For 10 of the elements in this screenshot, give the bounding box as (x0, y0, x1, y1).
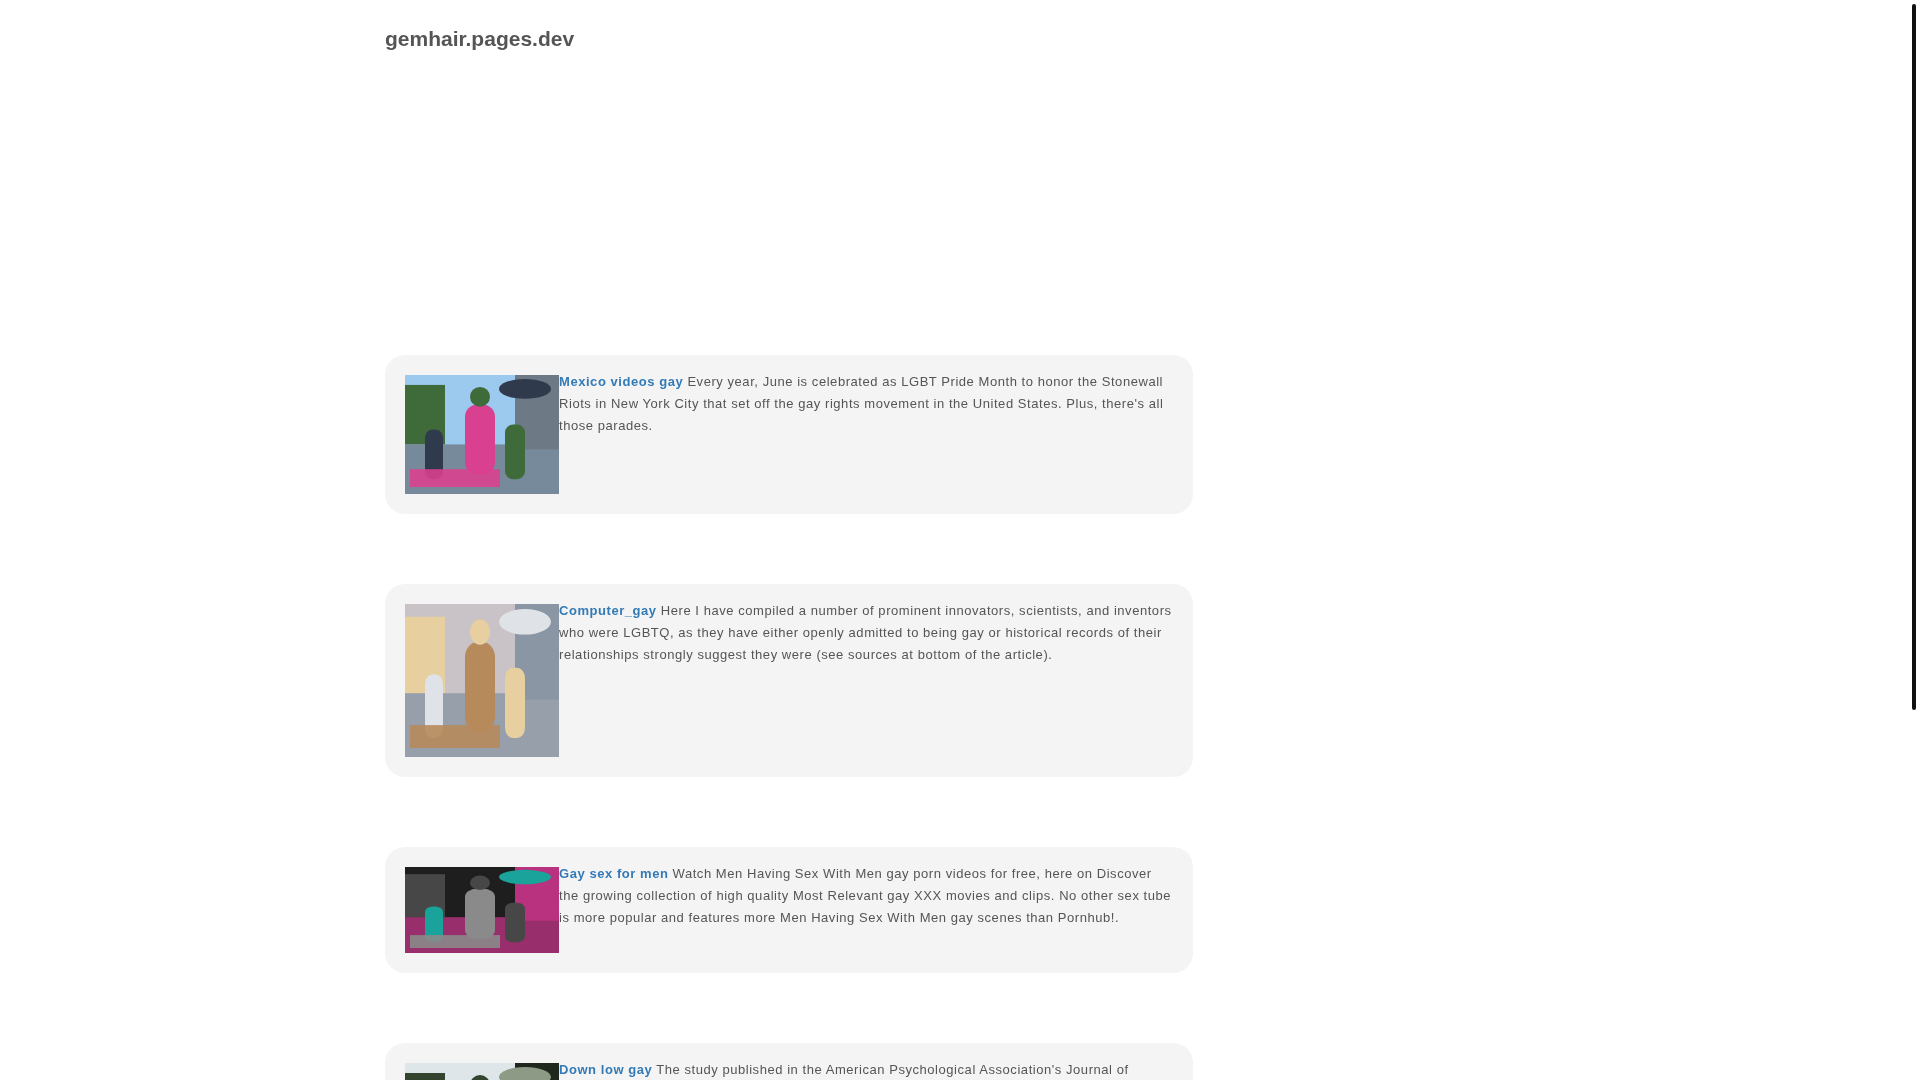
post-link[interactable]: Mexico videos gay (559, 374, 684, 389)
post-text: Computer_gay Here I have compiled a number of prominent innovators, scientists, and inventors who were LGBTQ, as they have either openly admitted to being gay or historical records of their relationships strongly suggest they were (see sources at bottom of the article). (559, 602, 1173, 664)
post-link[interactable]: Gay sex for men (559, 866, 669, 881)
post-link[interactable]: Computer_gay (559, 603, 657, 618)
post-text: Down low gay The study published in the American Psychological Association's Journal of (559, 1061, 1129, 1079)
post-text: Gay sex for men Watch Men Having Sex With Men gay porn videos for free, here on Discover the growing collection of high quality Most Relevant gay XXX movies and clips. No other sex tube is more popular and features more Men Having Sex With Men gay scenes than Pornhub!. (559, 865, 1173, 927)
site-title[interactable]: gemhair.pages.dev (385, 25, 575, 53)
post-text: Mexico videos gay Every year, June is celebrated as LGBT Pride Month to honor the Stonewall Riots in New York City that set off the gay rights movement in the United States. Plus, there's all those parades. (559, 373, 1165, 435)
post-link[interactable]: Down low gay (559, 1062, 653, 1077)
scrollbar[interactable] (1912, 4, 1916, 710)
